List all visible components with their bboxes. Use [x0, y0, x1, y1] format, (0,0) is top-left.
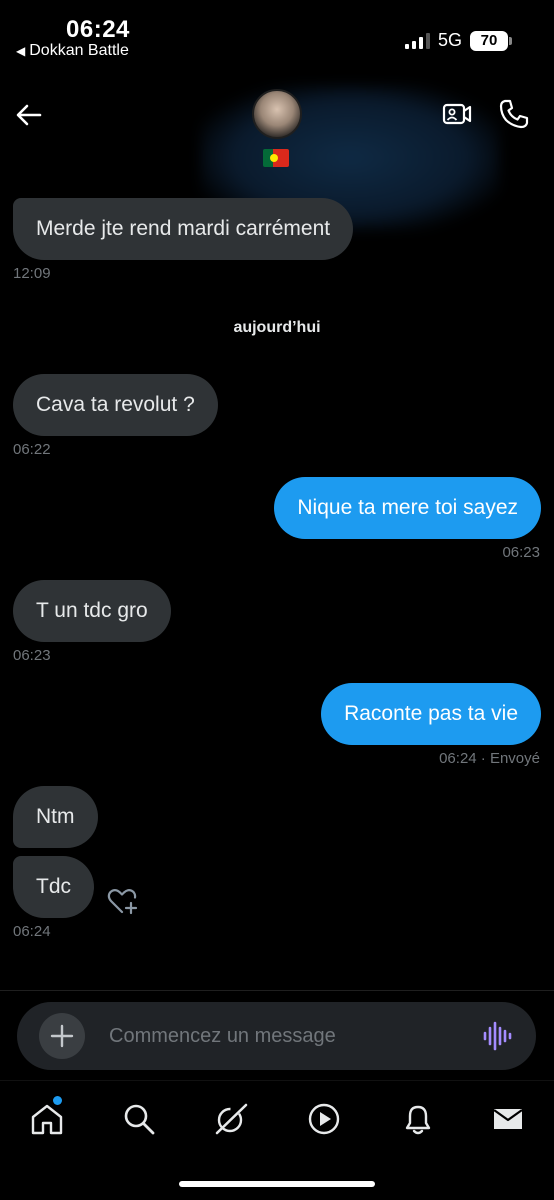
conversation-header [0, 70, 554, 230]
voice-waveform-icon[interactable] [482, 1021, 512, 1051]
message-timestamp: 06:23 [502, 544, 540, 561]
message-timestamp: 06:24 · Envoyé [439, 750, 540, 767]
message-thread[interactable]: Merde jte rend mardi carrément 12:09 auj… [0, 185, 554, 990]
video-camera-icon[interactable] [441, 98, 473, 130]
composer-divider [0, 990, 554, 991]
signal-icon [404, 32, 430, 49]
message-input[interactable] [109, 1002, 459, 1070]
status-time: 06:24 [66, 16, 130, 43]
home-indicator [179, 1181, 375, 1187]
message-timestamp: 12:09 [13, 265, 51, 282]
message-timestamp: 06:22 [13, 441, 51, 458]
back-app-label: Dokkan Battle [29, 42, 129, 59]
message-timestamp: 06:23 [13, 647, 51, 664]
incoming-message[interactable]: Tdc [13, 856, 95, 918]
home-notification-dot [53, 1096, 62, 1105]
incoming-message[interactable]: Cava ta revolut ? [13, 374, 218, 436]
back-triangle-icon: ◀ [16, 44, 26, 58]
arrow-left-icon[interactable] [14, 100, 44, 130]
incoming-message[interactable]: Ntm [13, 786, 98, 848]
outgoing-message[interactable]: Raconte pas ta vie [321, 683, 541, 745]
back-to-app-link[interactable]: ◀ Dokkan Battle [16, 42, 129, 60]
battery-icon: 70 [470, 30, 512, 51]
avatar[interactable] [252, 89, 302, 139]
incoming-message[interactable]: Merde jte rend mardi carrément [13, 198, 354, 260]
day-separator: aujourd’hui [233, 319, 321, 336]
portugal-flag-icon [263, 149, 289, 167]
message-timestamp: 06:24 [13, 923, 51, 940]
heart-add-reaction-icon[interactable] [106, 885, 138, 917]
video-play-icon[interactable] [306, 1101, 342, 1137]
network-label: 5G [437, 30, 462, 50]
message-composer [17, 1002, 536, 1070]
status-bar: 06:24 ◀ Dokkan Battle 5G 70 [0, 0, 554, 70]
grok-icon[interactable] [213, 1101, 249, 1137]
incoming-message[interactable]: T un tdc gro [13, 580, 171, 642]
add-attachment-button[interactable] [39, 1013, 85, 1059]
home-icon[interactable] [29, 1101, 65, 1137]
mail-icon[interactable] [490, 1101, 526, 1137]
plus-icon [50, 1024, 74, 1048]
bell-icon[interactable] [400, 1101, 436, 1137]
search-icon[interactable] [121, 1101, 157, 1137]
outgoing-message[interactable]: Nique ta mere toi sayez [274, 477, 541, 539]
phone-icon[interactable] [498, 98, 530, 130]
status-indicators: 5G 70 [404, 30, 512, 51]
